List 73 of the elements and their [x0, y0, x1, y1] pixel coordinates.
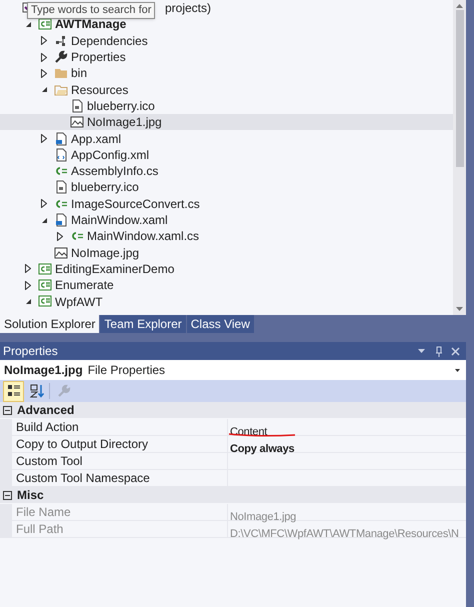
csharp-project-icon	[38, 17, 52, 32]
tree-item[interactable]: Dependencies	[71, 32, 148, 50]
csharp-project-icon	[38, 294, 52, 308]
collapse-arrow-icon[interactable]	[40, 216, 48, 224]
tree-item[interactable]: blueberry.ico	[71, 178, 139, 196]
tree-item[interactable]: App.xaml	[71, 130, 122, 148]
tree-item[interactable]: WpfAWT	[55, 292, 103, 310]
categorized-view-button[interactable]	[3, 380, 24, 402]
tree-item[interactable]: MainWindow.xaml.cs	[87, 227, 200, 246]
icon-file-icon	[54, 180, 68, 194]
expand-arrow-icon[interactable]	[41, 134, 47, 144]
tree-item[interactable]: AssemblyInfo.cs	[71, 162, 158, 180]
collapse-icon[interactable]	[3, 490, 12, 500]
tree-item[interactable]: MainWindow.xaml	[71, 211, 168, 230]
image-file-icon	[54, 246, 68, 260]
category-header: Advanced	[17, 402, 74, 419]
tree-item[interactable]: ImageSourceConvert.cs	[71, 194, 200, 213]
tree-item[interactable]: Properties	[71, 48, 126, 66]
tree-item[interactable]: Resources	[71, 80, 128, 99]
folder-icon	[54, 66, 68, 80]
property-value[interactable]: Copy always	[230, 443, 294, 455]
wrench-icon	[56, 384, 70, 398]
tree-item[interactable]: Enumerate	[55, 276, 114, 294]
tree-item[interactable]: AppConfig.xml	[71, 146, 150, 164]
panel-tab[interactable]: Team Explorer	[100, 315, 186, 333]
csharp-project-icon	[38, 278, 52, 292]
collapse-icon[interactable]	[3, 406, 12, 414]
panel-tab[interactable]: Class View	[186, 315, 254, 333]
vertical-scrollbar[interactable]	[453, 0, 466, 315]
scroll-down-icon[interactable]	[456, 307, 463, 311]
collapse-arrow-icon[interactable]	[24, 298, 32, 305]
object-type: File Properties	[88, 362, 166, 379]
sort-az-icon	[30, 384, 44, 398]
image-file-icon	[70, 115, 84, 130]
dropdown-icon[interactable]	[455, 368, 460, 372]
expand-arrow-icon[interactable]	[41, 199, 47, 208]
tree-item[interactable]: blueberry.ico	[87, 96, 155, 115]
object-name: NoImage1.jpg	[4, 362, 83, 379]
tree-item[interactable]: projects)	[165, 0, 212, 18]
dependencies-icon	[54, 34, 68, 48]
panel-title: Properties	[3, 343, 59, 360]
object-selector[interactable]: NoImage1.jpg File Properties	[0, 360, 466, 380]
tree-item[interactable]: bin	[71, 64, 88, 82]
close-icon[interactable]	[451, 346, 460, 356]
property-name[interactable]: Copy to Output Directory	[12, 436, 228, 452]
property-name[interactable]: Build Action	[12, 419, 228, 435]
categorized-list-icon	[6, 384, 20, 398]
expand-arrow-icon[interactable]	[41, 52, 47, 62]
xml-file-icon	[54, 148, 68, 162]
pin-icon[interactable]	[435, 346, 443, 356]
expand-arrow-icon[interactable]	[57, 232, 63, 241]
xaml-file-icon	[54, 213, 68, 227]
category-header: Misc	[17, 487, 44, 504]
panel-tab[interactable]: Solution Explorer	[0, 315, 100, 333]
tooltip: Type words to search for	[27, 2, 156, 19]
collapse-arrow-icon[interactable]	[24, 20, 32, 28]
expand-arrow-icon[interactable]	[41, 68, 47, 78]
xaml-file-icon	[54, 132, 68, 146]
property-name[interactable]: Custom Tool	[12, 453, 228, 469]
expand-arrow-icon[interactable]	[25, 280, 31, 290]
expand-arrow-icon[interactable]	[25, 264, 31, 274]
tree-item[interactable]: EditingExaminerDemo	[55, 260, 174, 278]
tree-item[interactable]: NoImage1.jpg	[87, 113, 162, 132]
scrollbar-thumb[interactable]	[456, 10, 464, 167]
scroll-up-icon[interactable]	[456, 4, 463, 8]
property-name[interactable]: Custom Tool Namespace	[12, 470, 228, 486]
open-folder-icon	[54, 82, 68, 97]
icon-file-icon	[70, 98, 84, 113]
csharp-project-icon	[38, 262, 52, 276]
collapse-arrow-icon[interactable]	[40, 86, 48, 94]
tree-item[interactable]: NoImage.jpg	[71, 244, 140, 262]
expand-arrow-icon[interactable]	[41, 36, 47, 46]
wrench-icon	[54, 50, 68, 64]
